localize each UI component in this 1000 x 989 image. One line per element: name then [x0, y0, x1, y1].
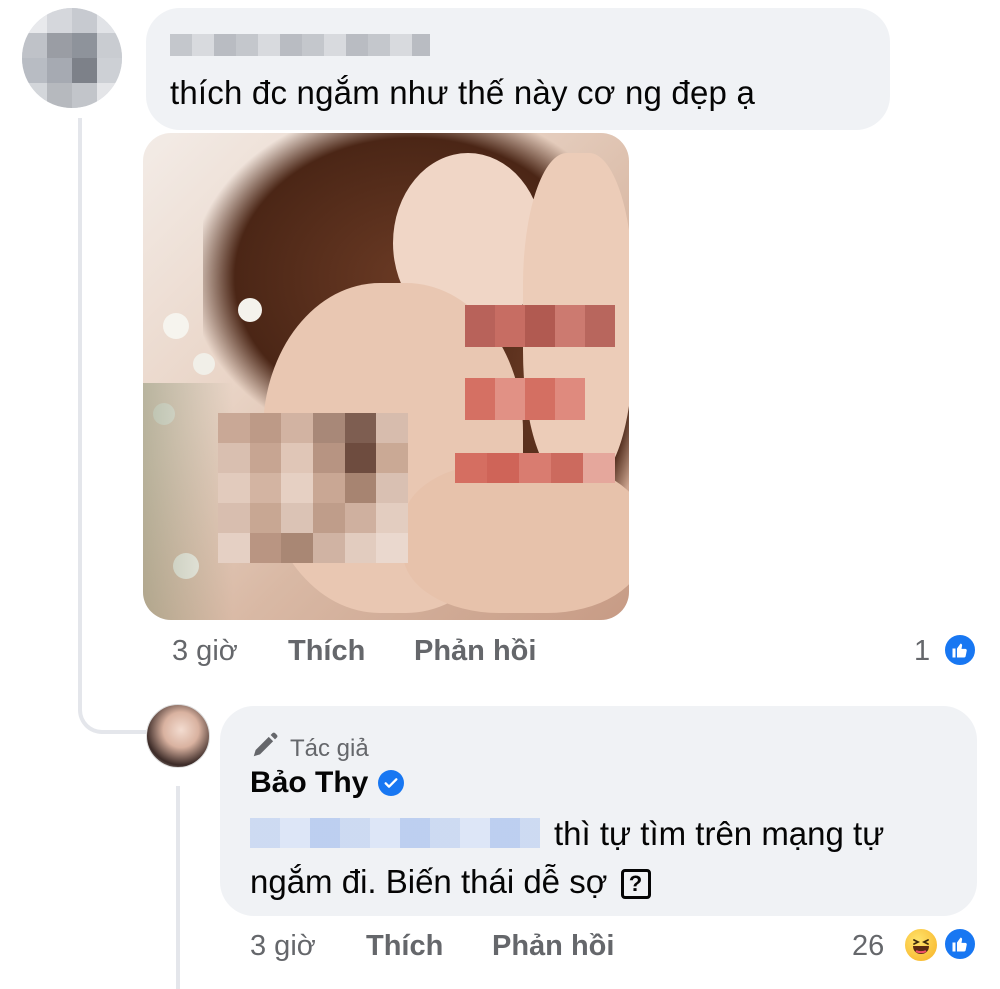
- thread-line: [78, 118, 82, 688]
- reply-time[interactable]: 3 giờ: [250, 930, 316, 963]
- comment-like-button[interactable]: Thích: [288, 635, 365, 667]
- thumbs-up-icon[interactable]: [942, 926, 978, 962]
- comment-time[interactable]: 3 giờ: [172, 635, 238, 668]
- commenter-name-blurred[interactable]: [170, 34, 430, 56]
- reply-reaction-count[interactable]: 26: [852, 930, 884, 963]
- author-avatar[interactable]: [146, 704, 210, 768]
- comment-text: thích đc ngắm như thế này cơ ng đẹp ạ: [170, 74, 755, 111]
- thread-elbow: [78, 660, 146, 734]
- author-name[interactable]: Bảo Thy: [250, 766, 368, 800]
- reply-like-button[interactable]: Thích: [366, 930, 443, 962]
- thumbs-up-icon[interactable]: [942, 632, 978, 668]
- reply-text: thì tự tìm trên mạng tự ngắm đi. Biến th…: [250, 815, 885, 900]
- laughing-face-icon[interactable]: [902, 926, 940, 964]
- reply-reply-button[interactable]: Phản hồi: [492, 930, 614, 962]
- comment-reply-button[interactable]: Phản hồi: [414, 635, 536, 667]
- commenter-avatar[interactable]: [22, 8, 122, 108]
- comment-reaction-count[interactable]: 1: [914, 635, 930, 668]
- reply-thread-line: [176, 786, 180, 989]
- reply-bubble: Tác giả Bảo Thy thì tự tìm trên mạng tự …: [220, 706, 977, 916]
- check-badge-icon: [378, 770, 405, 796]
- comment-bubble: thích đc ngắm như thế này cơ ng đẹp ạ: [146, 8, 890, 130]
- question-box-icon: ?: [620, 869, 651, 900]
- author-badge: Tác giả: [290, 734, 369, 762]
- pen-icon: [250, 730, 280, 767]
- comment-photo[interactable]: [143, 133, 629, 620]
